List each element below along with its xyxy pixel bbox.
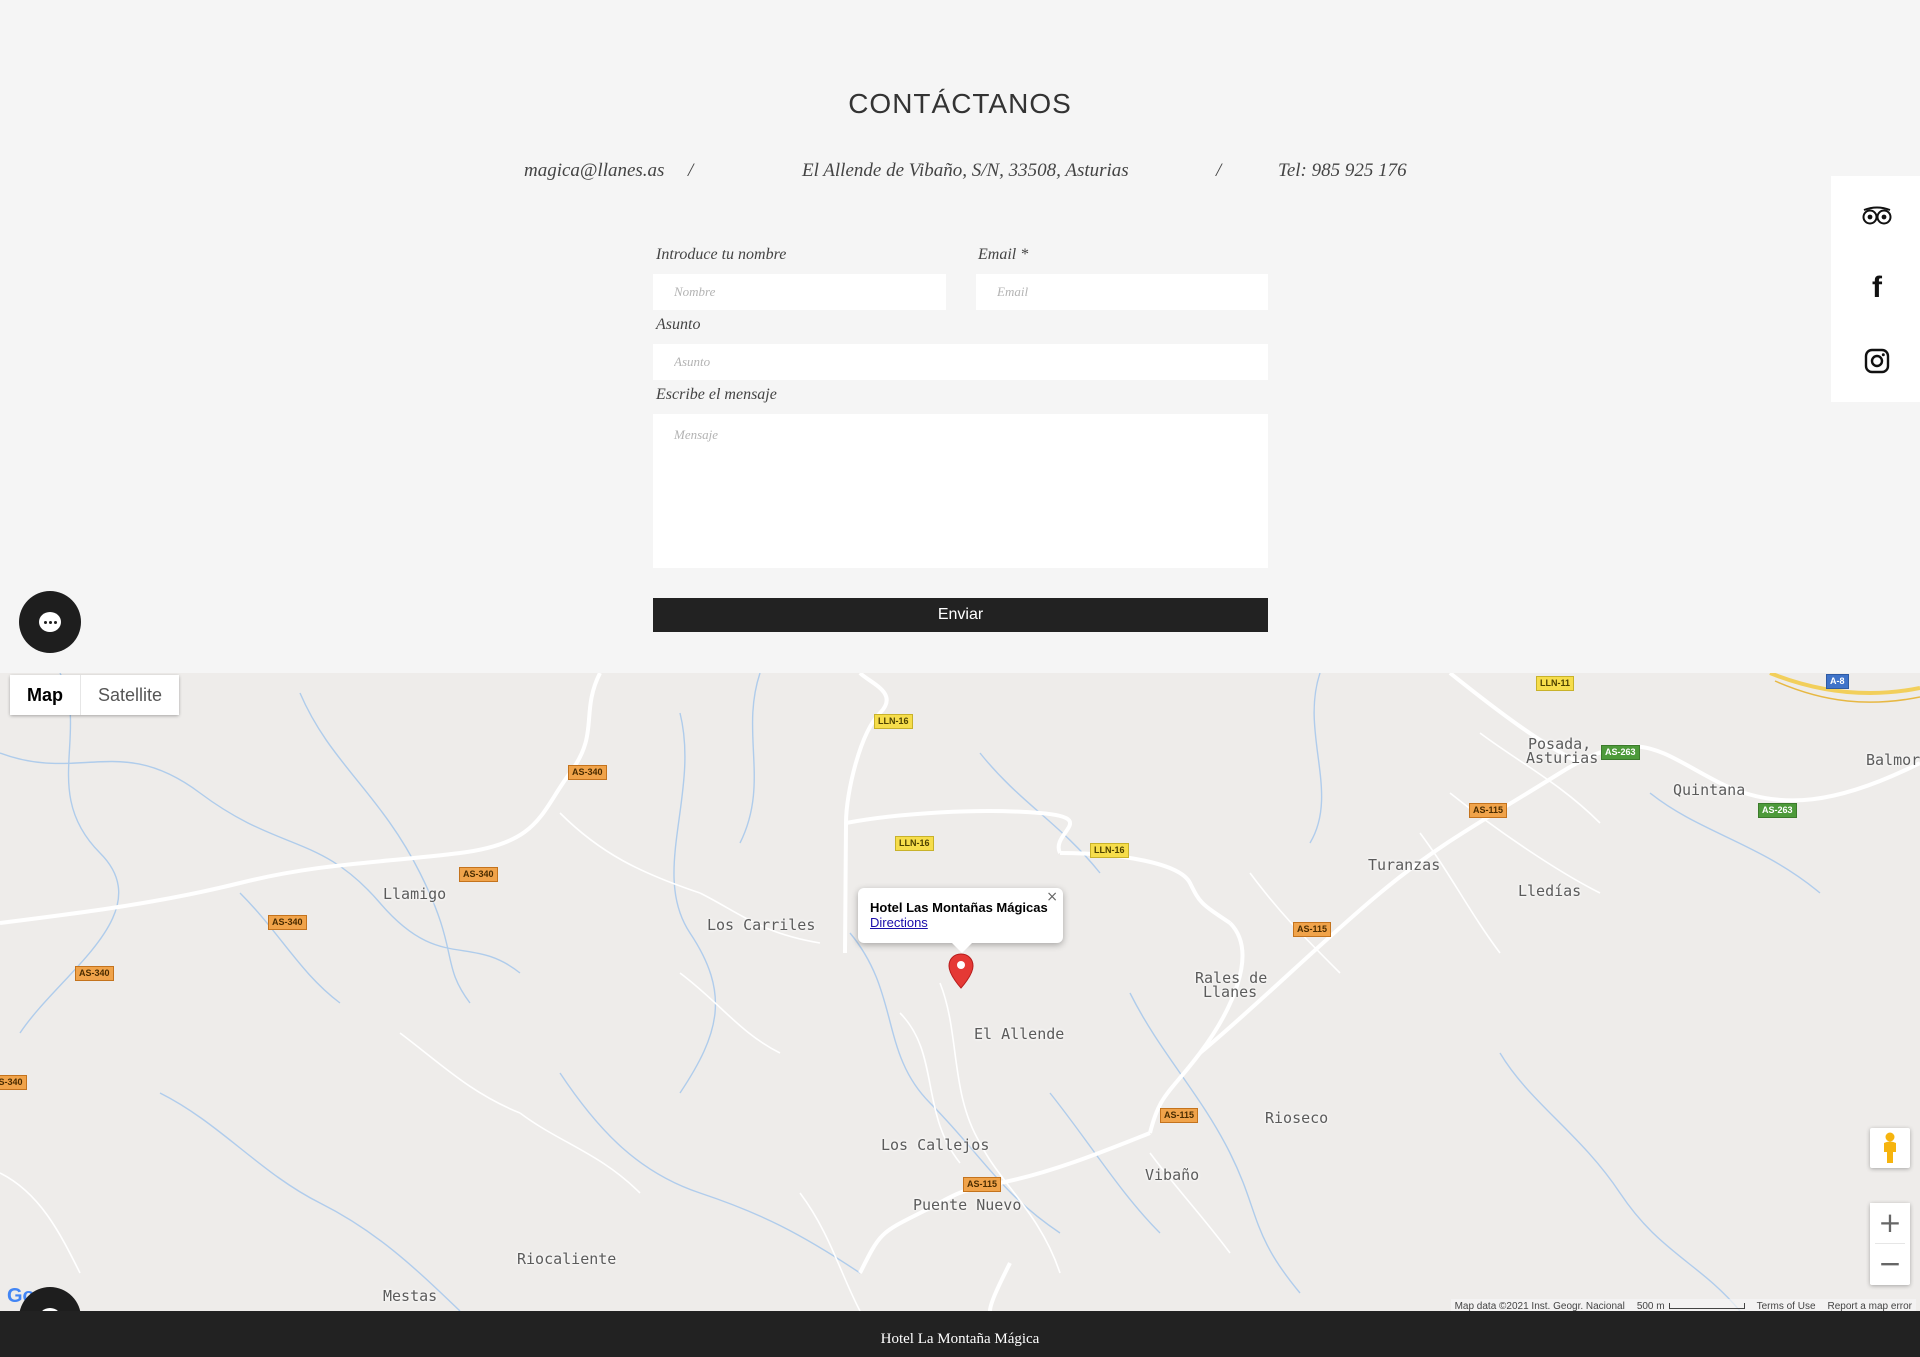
email-label: Email * [978, 246, 1029, 263]
road-label: LLN-16 [1090, 843, 1129, 858]
road-label: LLN-16 [895, 836, 934, 851]
road-label: LLN-16 [874, 714, 913, 729]
place-label: Lledías [1518, 882, 1582, 900]
footer-text: Hotel La Montaña Mágica [880, 1331, 1040, 1347]
place-label: Asturias [1526, 749, 1599, 767]
page-title: CONTÁCTANOS [848, 88, 1072, 119]
road-label: AS-340 [459, 867, 498, 882]
info-window-title: Hotel Las Montañas Mágicas [870, 900, 1048, 915]
tripadvisor-icon[interactable] [1862, 201, 1892, 231]
road-label: AS-340 [75, 966, 114, 981]
message-label: Escribe el mensaje [656, 386, 777, 403]
place-label: Los Carriles [707, 916, 816, 934]
close-icon[interactable]: × [1046, 890, 1058, 904]
send-button[interactable]: Enviar [653, 598, 1268, 632]
place-label: Balmor [1866, 751, 1920, 769]
contact-phone[interactable]: Tel: 985 925 176 [1278, 160, 1407, 182]
contact-email[interactable]: magica@llanes.as [524, 160, 664, 182]
message-textarea[interactable] [653, 414, 1268, 568]
contact-address: El Allende de Vibaño, S/N, 33508, Asturi… [802, 160, 1129, 181]
email-input[interactable] [976, 274, 1268, 310]
road-label: AS-115 [1160, 1108, 1199, 1123]
name-label: Introduce tu nombre [656, 246, 787, 263]
separator: / [688, 160, 694, 181]
social-sidebar-top: f [1831, 176, 1920, 402]
place-label: Vibaño [1145, 1166, 1200, 1184]
separator: / [1216, 160, 1222, 181]
road-label: AS-340 [568, 765, 607, 780]
map-data-text: Map data ©2021 Inst. Geogr. Nacional [1454, 1300, 1625, 1312]
place-label: Puente Nuevo [913, 1196, 1022, 1214]
road-label: A-8 [1826, 674, 1849, 689]
road-label: AS-115 [1469, 803, 1508, 818]
zoom-out-button[interactable]: − [1870, 1244, 1910, 1284]
scale-bar[interactable]: 500 m [1637, 1301, 1745, 1312]
subject-label: Asunto [656, 316, 701, 333]
zoom-control: + − [1870, 1203, 1910, 1285]
subject-input[interactable] [653, 344, 1268, 380]
place-label: Mestas [383, 1287, 438, 1305]
map-terrain [0, 673, 1920, 1311]
road-label: AS-263 [1601, 745, 1640, 760]
report-error-link[interactable]: Report a map error [1828, 1301, 1912, 1312]
street-view-pegman-icon[interactable] [1870, 1128, 1910, 1168]
chat-icon [39, 612, 61, 632]
place-label: Llamigo [383, 885, 447, 903]
road-label: LLN-11 [1536, 676, 1575, 691]
terms-link[interactable]: Terms of Use [1757, 1301, 1816, 1312]
place-label: Llanes [1203, 983, 1258, 1001]
chat-button[interactable] [19, 591, 81, 653]
place-label: Riocaliente [517, 1250, 617, 1268]
place-label: Los Callejos [881, 1136, 990, 1154]
directions-link[interactable]: Directions [870, 915, 1051, 930]
facebook-icon[interactable]: f [1862, 273, 1892, 303]
place-label: Quintana [1673, 781, 1746, 799]
road-label: AS-263 [1758, 803, 1797, 818]
place-label: El Allende [974, 1025, 1065, 1043]
google-map[interactable]: Map Satellite LLN-16 LLN-16 LLN-16 LLN-1… [0, 673, 1920, 1311]
map-type-control: Map Satellite [10, 675, 180, 715]
map-info-window: × Hotel Las Montañas Mágicas Directions [858, 888, 1063, 953]
footer: Hotel La Montaña Mágica [0, 1311, 1920, 1357]
map-marker-icon[interactable] [948, 953, 974, 989]
road-label: AS-115 [1293, 922, 1332, 937]
name-input[interactable] [653, 274, 946, 310]
contact-section: CONTÁCTANOS magica@llanes.as / El Allend… [0, 0, 1920, 673]
instagram-icon[interactable] [1862, 346, 1892, 376]
road-label: AS-340 [0, 1075, 27, 1090]
place-label: Turanzas [1368, 856, 1441, 874]
map-type-satellite-button[interactable]: Satellite [81, 675, 180, 715]
road-label: AS-340 [268, 915, 307, 930]
map-type-map-button[interactable]: Map [10, 675, 81, 715]
road-label: AS-115 [963, 1177, 1002, 1192]
place-label: Rioseco [1265, 1109, 1329, 1127]
zoom-in-button[interactable]: + [1870, 1203, 1910, 1243]
